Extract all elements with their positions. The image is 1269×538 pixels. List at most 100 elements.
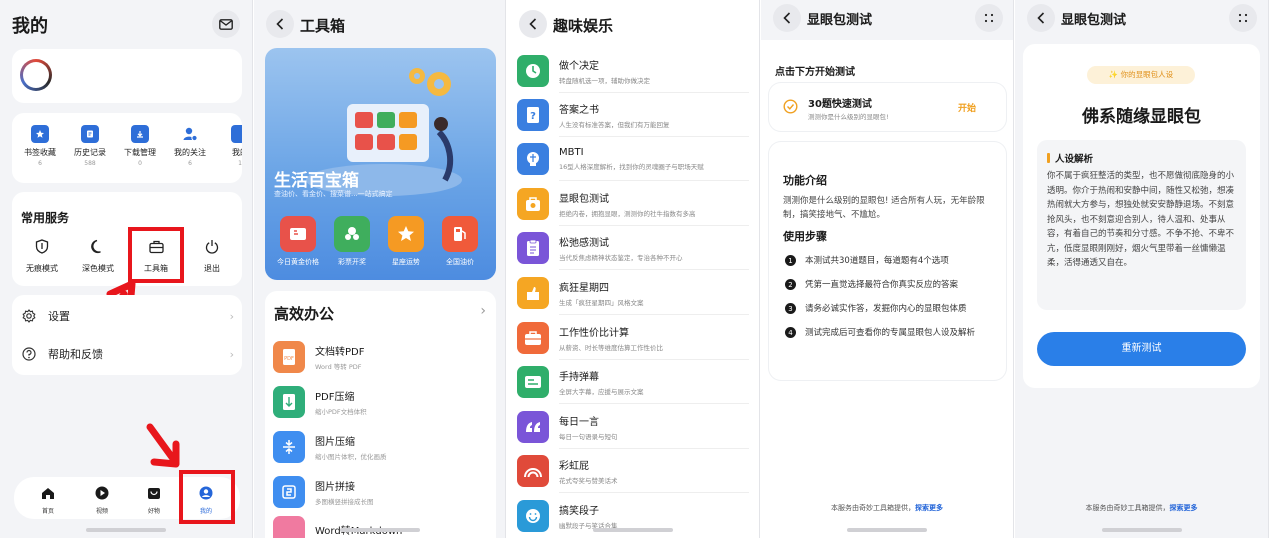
fun-item[interactable]: ? 答案之书 人生没有标准答案，但我们有万能回复 xyxy=(517,99,749,137)
shortcut-downloads[interactable]: 下载管理 0 xyxy=(116,125,164,167)
star-face-icon xyxy=(388,216,424,252)
quick-test-card[interactable]: 30题快速测试 测测你是什么级别的显眼包! 开始 xyxy=(769,83,1006,131)
fun-item[interactable]: 显眼包测试 拒绝内卷，拥抱显眼，测测你的社牛指数有多高 xyxy=(517,188,749,226)
chevron-right-icon: › xyxy=(229,309,234,323)
history-icon xyxy=(81,125,99,143)
gold-icon xyxy=(280,216,316,252)
explore-more-link[interactable]: 探索更多 xyxy=(1170,504,1198,512)
explore-more-link[interactable]: 探索更多 xyxy=(915,504,943,512)
step-text: 请务必诚实作答，发掘你内心的显眼包体质 xyxy=(805,304,967,314)
intro-text: 测测你是什么级别的显眼包! 适合所有人玩，无年龄限制，搞笑接地气、不尴尬。 xyxy=(783,196,985,220)
shortcut-following[interactable]: 我的关注 6 xyxy=(166,125,214,167)
service-dark-mode[interactable]: 深色模式 xyxy=(76,239,120,274)
lottery-icon xyxy=(334,216,370,252)
image-stitch-icon xyxy=(273,476,305,508)
tool-horoscope[interactable]: 星座运势 xyxy=(381,216,431,267)
menu-help[interactable]: 帮助和反馈 › xyxy=(22,346,234,362)
prompt-text: 点击下方开始测试 xyxy=(775,67,855,78)
menu-label: 帮助和反馈 xyxy=(48,348,103,361)
chevron-right-icon[interactable]: › xyxy=(480,303,486,319)
step-item: 1 本测试共30道题目，每道题有4个选项 xyxy=(785,254,993,268)
thursday-icon xyxy=(517,277,549,309)
office-item[interactable]: 图片拼接 多图横竖拼接成长图 xyxy=(273,476,374,508)
fun-item[interactable]: 松弛感测试当代反焦虑精神状态鉴定，专治各种不开心 xyxy=(517,232,749,270)
back-button[interactable] xyxy=(266,10,294,38)
shortcut-bookmarks[interactable]: 书签收藏 6 xyxy=(16,125,64,167)
shield-icon xyxy=(35,239,49,254)
footer-text: 本服务由奇妙工具箱提供， xyxy=(1085,504,1170,512)
shortcut-label: 下载管理 xyxy=(124,148,156,157)
shortcut-count: 6 xyxy=(38,160,42,167)
decision-icon xyxy=(517,55,549,87)
fun-item[interactable]: 做个决定 转盘随机选一项，辅助你做决定 xyxy=(517,55,749,93)
home-indicator xyxy=(847,528,927,532)
steps-title: 使用步骤 xyxy=(783,230,827,243)
more-dots-icon xyxy=(1238,13,1248,23)
fun-item[interactable]: 工作性价比计算 从薪资、时长等维度估算工作性价比 xyxy=(517,322,749,360)
fun-item[interactable]: 彩虹屁 花式夸奖与赞美话术 xyxy=(517,455,749,493)
home-indicator xyxy=(339,528,420,532)
persona-badge: ✨ 你的显眼包人设 xyxy=(1087,66,1195,84)
shortcut-count: 1 xyxy=(238,160,242,167)
item-title: 每日一言 xyxy=(559,417,599,428)
item-title: MBTI xyxy=(559,147,584,158)
office-title: 高效办公 xyxy=(274,305,335,323)
danmaku-icon xyxy=(517,366,549,398)
avatar[interactable] xyxy=(20,59,52,91)
start-button[interactable]: 开始 xyxy=(958,101,976,114)
footer: 本服务由奇妙工具箱提供，探索更多 xyxy=(761,503,1013,513)
download-icon xyxy=(131,125,149,143)
tab-video[interactable]: 视频 xyxy=(82,485,122,515)
moon-icon xyxy=(91,239,101,254)
shortcut-count: 6 xyxy=(188,160,192,167)
office-item[interactable]: Word转Markdown xyxy=(273,516,402,538)
service-label: 无痕模式 xyxy=(26,264,58,273)
office-item[interactable]: PDF 文档转PDF Word 等转 PDF xyxy=(273,341,364,373)
item-title: 文档转PDF xyxy=(315,347,365,358)
fun-item[interactable]: MBTI 16型人格深度解析，找到你的灵魂圈子与职场天赋 xyxy=(517,143,749,181)
fun-screen: 趣味娱乐 做个决定 转盘随机选一项，辅助你做决定 ? 答案之书 人生没有标准答案，但… xyxy=(507,0,760,538)
tool-oil-price[interactable]: 全国油价 xyxy=(435,216,485,267)
item-title: 搞笑段子 xyxy=(559,506,599,517)
shortcut-history[interactable]: 历史记录 588 xyxy=(66,125,114,167)
shortcut-label: 书签收藏 xyxy=(24,148,56,157)
item-title: 松弛感测试 xyxy=(559,238,609,249)
office-item[interactable]: 图片压缩 缩小图片体积，优化画质 xyxy=(273,431,387,463)
tab-home[interactable]: 首页 xyxy=(28,485,68,515)
tab-shop[interactable]: 好物 xyxy=(134,485,174,515)
shortcut-label: 我的关注 xyxy=(174,148,206,157)
quote-icon xyxy=(517,411,549,443)
page-title: 趣味娱乐 xyxy=(553,17,614,35)
back-button[interactable] xyxy=(1027,4,1055,32)
more-button[interactable] xyxy=(1229,4,1257,32)
quiz-start-screen: 显眼包测试 点击下方开始测试 30题快速测试 测测你是什么级别的显眼包! 开始 … xyxy=(761,0,1014,538)
office-item[interactable]: PDF压缩 缩小PDF文档体积 xyxy=(273,386,367,418)
fun-item[interactable]: 手持弹幕 全屏大字幕，应援与展示文案 xyxy=(517,366,749,404)
more-button[interactable] xyxy=(975,4,1003,32)
tool-label: 星座运势 xyxy=(392,258,420,266)
fun-item[interactable]: 每日一言 每日一句语录与短句 xyxy=(517,411,749,449)
item-subtitle: 当代反焦虑精神状态鉴定，专治各种不开心 xyxy=(559,254,683,262)
mail-button[interactable] xyxy=(212,10,240,38)
item-title: 图片压缩 xyxy=(315,437,355,448)
arrow-annotation-icon xyxy=(146,423,180,468)
service-exit[interactable]: 退出 xyxy=(190,239,234,274)
back-button[interactable] xyxy=(773,4,801,32)
power-icon xyxy=(205,240,219,254)
tool-gold-price[interactable]: 今日黄金价格 xyxy=(273,216,323,267)
service-incognito[interactable]: 无痕模式 xyxy=(20,239,64,274)
item-subtitle: 生成「疯狂星期四」风格文案 xyxy=(559,299,644,307)
svg-text:?: ? xyxy=(530,111,536,122)
item-title: 手持弹幕 xyxy=(559,372,599,383)
tool-lottery[interactable]: 彩票开奖 xyxy=(327,216,377,267)
back-button[interactable] xyxy=(519,10,547,38)
item-subtitle: 拒绝内卷，拥抱显眼，测测你的社牛指数有多高 xyxy=(559,210,696,218)
life-toolbox-banner[interactable]: 生活百宝箱 查油价、看金价、搜菜谱...一站式搞定 今日黄金价格 彩票开奖 星座… xyxy=(265,48,496,280)
menu-label: 设置 xyxy=(48,310,70,323)
image-compress-icon xyxy=(273,431,305,463)
menu-settings[interactable]: 设置 › xyxy=(22,308,234,324)
retest-button[interactable]: 重新测试 xyxy=(1037,332,1246,366)
shortcut-more[interactable]: 我的 1 xyxy=(216,125,242,167)
profile-card[interactable] xyxy=(12,49,242,103)
fun-item[interactable]: 疯狂星期四 生成「疯狂星期四」风格文案 xyxy=(517,277,749,315)
